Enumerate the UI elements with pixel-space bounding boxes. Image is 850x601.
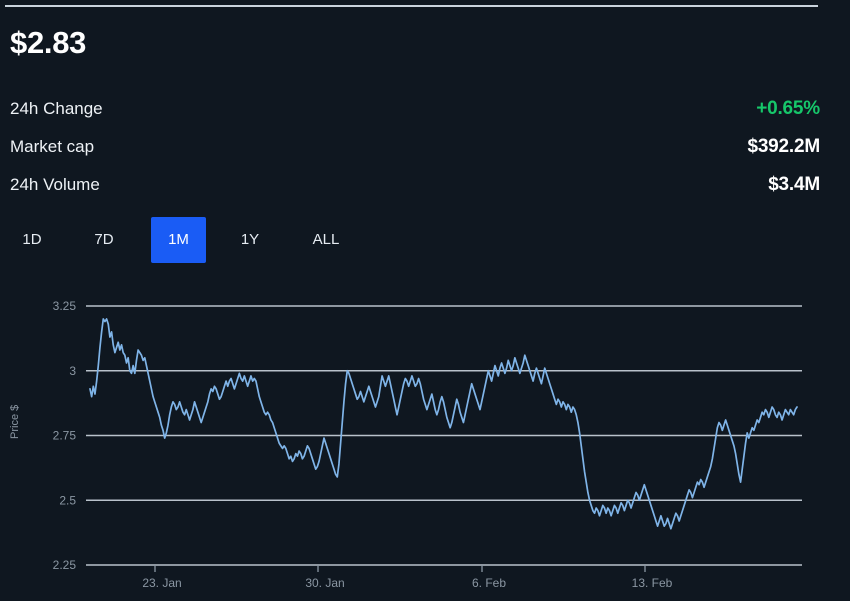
x-tick-label: 13. Feb [632, 576, 673, 590]
chart-gridlines [86, 306, 802, 565]
x-tick-label: 23. Jan [142, 576, 181, 590]
y-tick-label: 2.25 [53, 558, 77, 572]
x-tick-label: 6. Feb [472, 576, 506, 590]
stat-value-market-cap: $392.2M [747, 136, 820, 158]
price-line-series [90, 319, 797, 529]
time-range-selector: 1D 7D 1M 1Y ALL [0, 217, 850, 263]
top-divider [5, 5, 818, 7]
chart-x-axis-labels: 23. Jan 30. Jan 6. Feb 13. Feb [142, 576, 672, 590]
range-button-1y[interactable]: 1Y [228, 217, 272, 263]
chart-x-axis-ticks [155, 565, 645, 572]
x-tick-label: 30. Jan [305, 576, 344, 590]
page-title: $2.83 [10, 27, 86, 58]
stat-row-volume: 24h Volume $3.4M [10, 166, 820, 204]
y-tick-label: 2.5 [59, 493, 76, 507]
chart-y-axis-labels: 3.25 3 2.75 2.5 2.25 [53, 299, 77, 572]
chart-canvas: 3.25 3 2.75 2.5 2.25 23. Jan 30. Jan 6. Feb 13.… [0, 280, 850, 601]
stat-label-volume: 24h Volume [10, 175, 100, 195]
stat-row-change: 24h Change +0.65% [10, 90, 820, 128]
stat-value-volume: $3.4M [768, 174, 820, 196]
y-tick-label: 3.25 [53, 299, 77, 313]
range-button-1d[interactable]: 1D [10, 217, 54, 263]
stat-label-change: 24h Change [10, 99, 103, 119]
y-tick-label: 3 [69, 364, 76, 378]
range-button-1m[interactable]: 1M [151, 217, 206, 263]
y-tick-label: 2.75 [53, 429, 77, 443]
stats-list: 24h Change +0.65% Market cap $392.2M 24h… [10, 90, 820, 204]
range-button-all[interactable]: ALL [300, 217, 352, 263]
stat-value-change: +0.65% [756, 98, 820, 120]
range-button-7d[interactable]: 7D [82, 217, 126, 263]
price-chart[interactable]: 3.25 3 2.75 2.5 2.25 23. Jan 30. Jan 6. Feb 13.… [0, 280, 850, 601]
stat-row-market-cap: Market cap $392.2M [10, 128, 820, 166]
stat-label-market-cap: Market cap [10, 137, 94, 157]
